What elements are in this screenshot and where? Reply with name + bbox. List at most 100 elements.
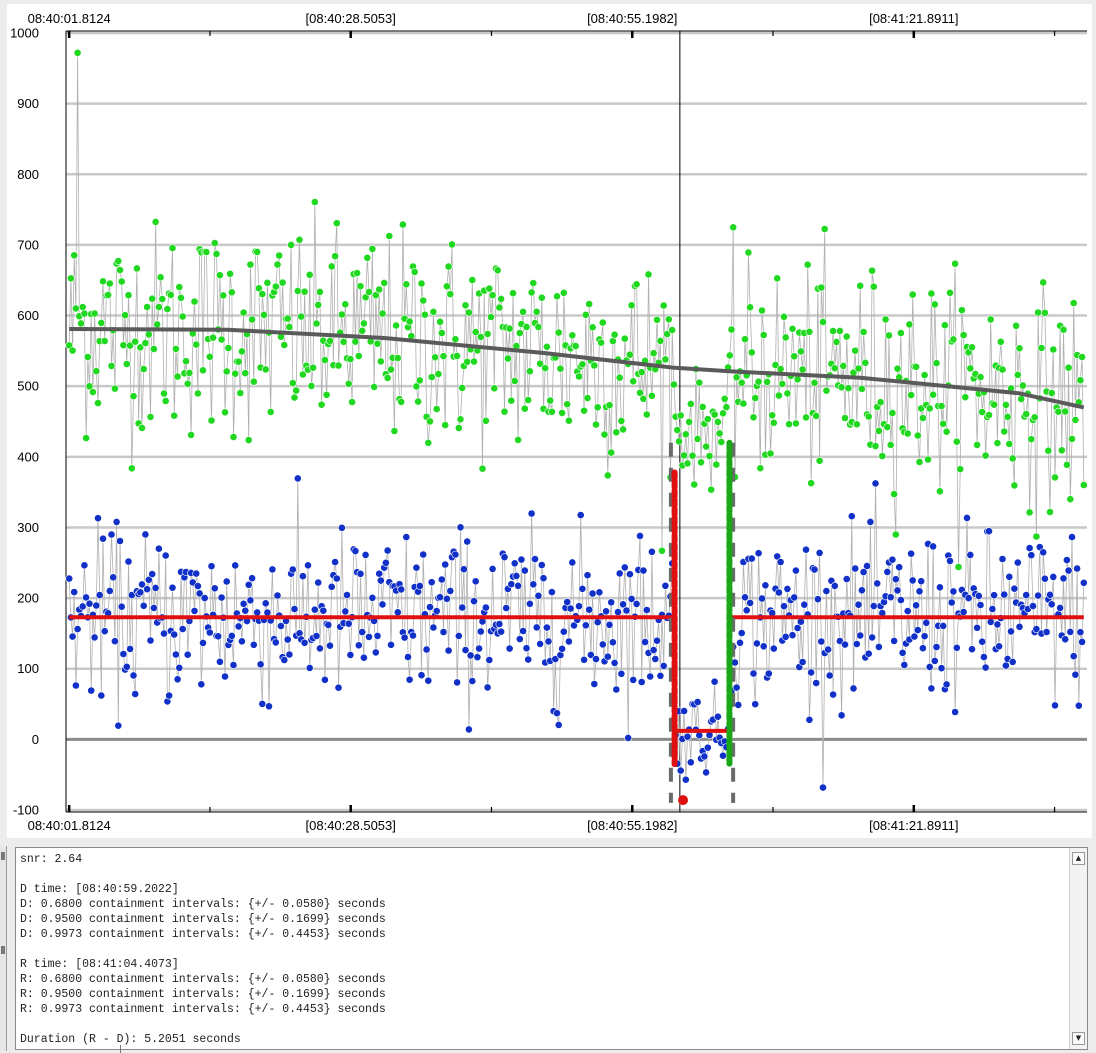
- log-line: R: 0.9500 containment intervals: {+/- 0.…: [20, 988, 386, 1001]
- series-0-point: [939, 419, 948, 428]
- series-0-point: [610, 330, 619, 339]
- series-0-point: [686, 399, 695, 408]
- series-0-point: [1019, 381, 1027, 390]
- series-0-point: [356, 282, 365, 291]
- y-tick-label: 100: [17, 661, 39, 676]
- series-0-point: [881, 315, 890, 324]
- series-1-point: [288, 565, 297, 574]
- series-1-point: [680, 707, 688, 715]
- series-0-point: [509, 289, 517, 298]
- series-1-point: [1015, 622, 1024, 631]
- series-1-point: [507, 580, 516, 589]
- edge-mark-top: [1, 852, 5, 860]
- series-1-point: [1008, 658, 1017, 666]
- series-0-point: [454, 424, 463, 432]
- series-1-point: [453, 678, 461, 687]
- series-1-point: [73, 625, 82, 633]
- series-0-point: [920, 371, 929, 379]
- series-0-point: [1046, 508, 1054, 516]
- series-0-point: [429, 307, 438, 316]
- series-0-point: [141, 339, 150, 347]
- series-0-point: [869, 282, 878, 291]
- series-0-point: [72, 304, 80, 313]
- series-0-point: [783, 389, 792, 398]
- series-1-point: [703, 743, 712, 752]
- series-0-point: [1059, 325, 1068, 334]
- chart-canvas[interactable]: -1000100200300400500600700800900100008:4…: [7, 4, 1092, 838]
- series-0-point: [97, 318, 106, 327]
- series-1-point: [822, 587, 831, 595]
- series-0-point: [458, 383, 467, 392]
- series-0-point: [754, 377, 763, 386]
- scroll-up-arrow-icon[interactable]: ▲: [1072, 852, 1085, 865]
- series-1-point: [442, 594, 451, 603]
- series-0-point: [432, 405, 441, 413]
- series-1-point: [1068, 533, 1076, 541]
- series-0-point: [954, 563, 963, 571]
- results-log-panel[interactable]: snr: 2.64 D time: [08:40:59.2022] D: 0.68…: [15, 847, 1088, 1050]
- series-1-point: [78, 602, 87, 611]
- results-log-text: snr: 2.64 D time: [08:40:59.2022] D: 0.68…: [20, 852, 1061, 1049]
- series-1-point: [94, 514, 102, 523]
- series-1-point: [531, 555, 539, 563]
- series-0-point: [819, 318, 827, 326]
- series-1-point: [139, 601, 148, 610]
- scroll-down-arrow-icon[interactable]: ▼: [1072, 1032, 1085, 1045]
- series-0-point: [90, 309, 99, 318]
- series-0-point: [234, 357, 243, 366]
- series-0-point: [373, 339, 382, 348]
- series-1-point: [641, 638, 649, 646]
- series-0-point: [221, 408, 229, 417]
- series-1-point: [769, 644, 778, 653]
- series-1-point: [998, 555, 1007, 563]
- series-0-point: [986, 315, 995, 324]
- series-0-point: [293, 286, 302, 295]
- series-0-point: [193, 389, 202, 398]
- series-1-point: [402, 533, 411, 541]
- series-0-point: [434, 370, 443, 378]
- series-1-point: [617, 669, 626, 678]
- series-1-point: [409, 631, 417, 640]
- series-1-point: [537, 561, 546, 569]
- series-1-point: [304, 561, 312, 570]
- series-0-point: [138, 423, 146, 432]
- x-tick-label-top: [08:40:55.1982]: [587, 11, 677, 26]
- series-1-point: [659, 662, 668, 670]
- series-0-point: [346, 355, 355, 364]
- series-0-point: [375, 285, 384, 294]
- series-0-point: [798, 365, 807, 374]
- series-1-point: [244, 580, 253, 589]
- series-1-point: [764, 669, 773, 678]
- series-0-point: [258, 290, 267, 298]
- series-1-point: [439, 628, 448, 636]
- series-1-point: [605, 620, 614, 629]
- series-0-point: [924, 455, 932, 464]
- series-1-point: [197, 680, 206, 689]
- series-0-point: [836, 326, 844, 335]
- series-0-point: [158, 295, 167, 303]
- series-1-point: [553, 709, 561, 718]
- series-0-point: [937, 402, 946, 410]
- series-1-point: [512, 572, 521, 580]
- series-0-point: [348, 398, 356, 406]
- series-1-point: [441, 560, 450, 569]
- series-0-point: [543, 342, 551, 351]
- light-curve-chart[interactable]: -100 0 100 200 300 400 500 600 700 800 900 1000 08:4…: [7, 4, 1092, 838]
- series-1-point: [856, 631, 865, 640]
- series-1-point: [520, 566, 529, 575]
- series-0-point: [703, 415, 712, 423]
- series-0-point: [505, 324, 514, 333]
- series-0-point: [998, 365, 1007, 374]
- series-1-point: [476, 627, 485, 636]
- x-tick-label-bottom: [08:41:21.8911]: [869, 818, 958, 833]
- series-1-point: [426, 603, 434, 611]
- log-scrollbar[interactable]: ▲ ▼: [1069, 848, 1087, 1049]
- series-0-point: [493, 266, 502, 275]
- series-1-point: [612, 685, 621, 694]
- series-0-point: [815, 456, 824, 465]
- series-0-point: [207, 416, 216, 425]
- series-0-point: [442, 282, 451, 291]
- series-0-point: [722, 403, 731, 412]
- series-0-point: [851, 346, 860, 355]
- series-1-point: [951, 708, 959, 716]
